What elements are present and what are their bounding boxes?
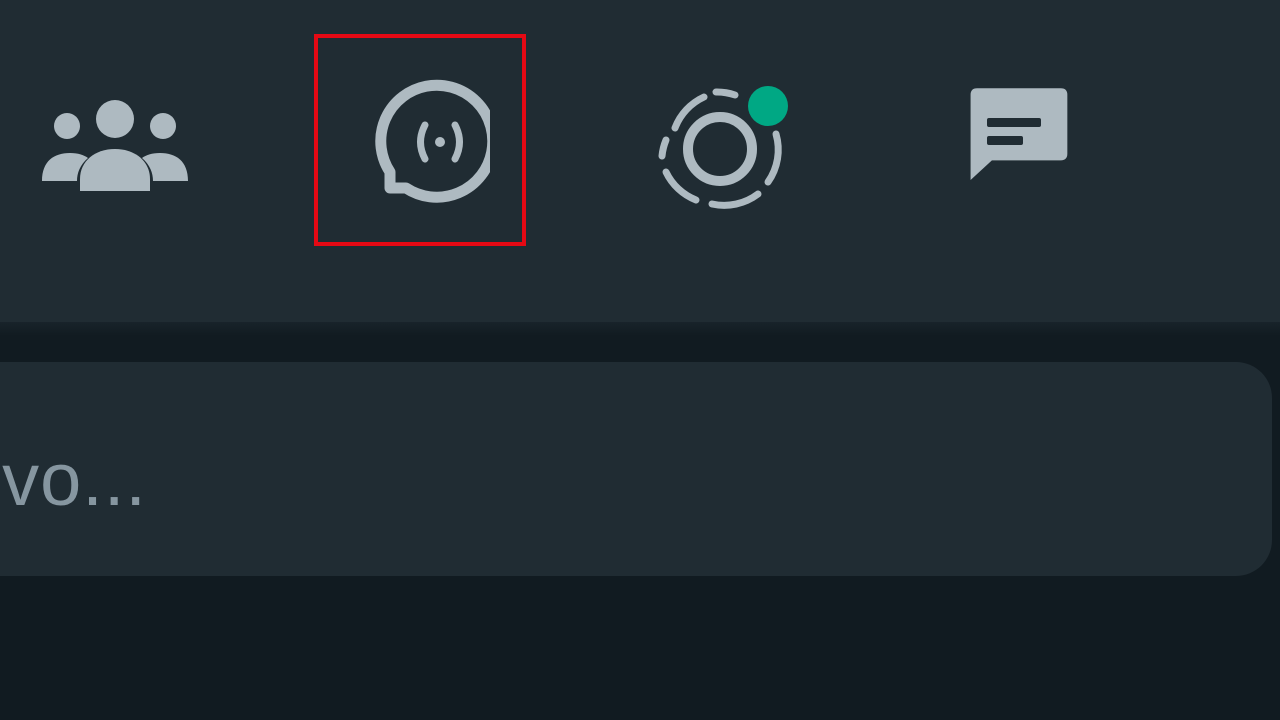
communities-icon (42, 100, 188, 191)
channels-button[interactable] (325, 45, 515, 235)
status-icon (658, 86, 788, 209)
channels-icon (375, 79, 490, 203)
search-placeholder: evo... (0, 438, 147, 521)
new-chat-button[interactable] (935, 60, 1095, 220)
side-header (0, 0, 1280, 322)
header-divider (0, 322, 1280, 336)
status-unread-dot (748, 86, 788, 126)
status-button[interactable] (630, 60, 800, 230)
search-bar[interactable] (0, 362, 1272, 576)
app-screen: evo... (0, 0, 1280, 720)
communities-button[interactable] (30, 80, 200, 210)
new-chat-icon (970, 88, 1068, 181)
